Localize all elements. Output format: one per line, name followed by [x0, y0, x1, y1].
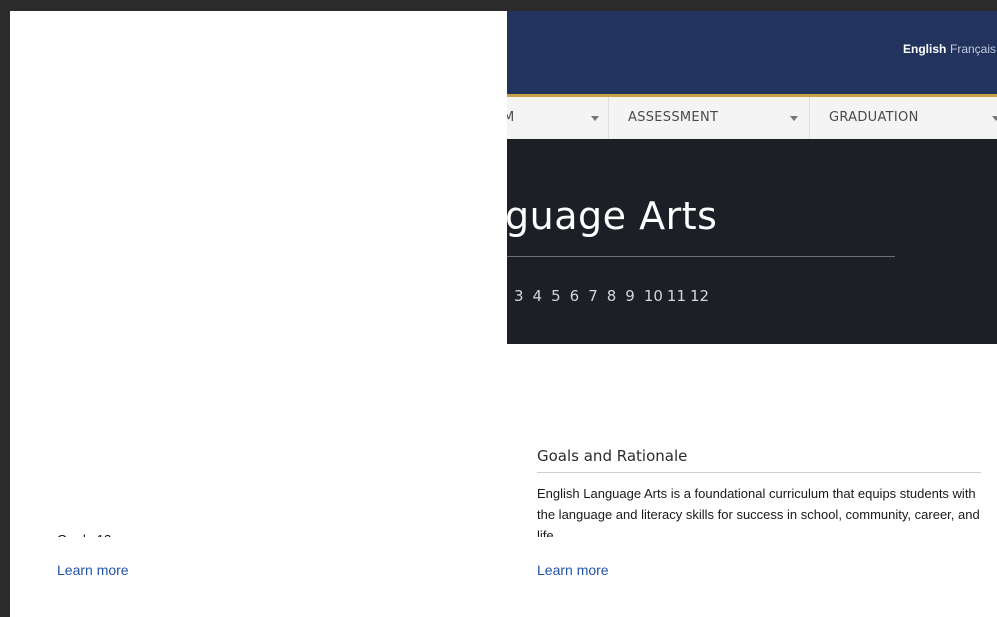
hero-divider: [507, 256, 895, 257]
main-nav: M ASSESSMENT GRADUATION: [507, 97, 997, 140]
learn-more-link-left[interactable]: Learn more: [57, 562, 129, 578]
learn-more-link-right[interactable]: Learn more: [537, 562, 609, 578]
nav-item-label: M: [507, 110, 515, 125]
window-frame-left: [0, 0, 10, 617]
language-french-link[interactable]: Français: [950, 42, 996, 56]
chevron-down-icon: [790, 116, 798, 121]
site-header: English Français: [507, 11, 997, 94]
grade-link-11[interactable]: 11: [667, 287, 686, 305]
grade-link-8[interactable]: 8: [607, 287, 617, 305]
nav-item-label: GRADUATION: [829, 110, 919, 125]
grade-link-7[interactable]: 7: [588, 287, 598, 305]
nav-item-label: ASSESSMENT: [628, 110, 719, 125]
nav-item-graduation[interactable]: GRADUATION: [810, 97, 997, 139]
chevron-down-icon: [591, 116, 599, 121]
nav-item-assessment[interactable]: ASSESSMENT: [609, 97, 810, 139]
chevron-down-icon: [992, 116, 997, 121]
goals-divider: [537, 472, 981, 473]
page-title: guage Arts: [507, 194, 718, 238]
hero-banner: guage Arts 3 4 5 6 7 8 9 10 11 12: [507, 139, 997, 344]
grade-link-9[interactable]: 9: [625, 287, 635, 305]
grade-link-5[interactable]: 5: [551, 287, 561, 305]
partial-text-line: Grade 12.: [57, 527, 117, 537]
website-panel: English Français M ASSESSMENT GRADUATION…: [507, 11, 997, 617]
grade-selector: 3 4 5 6 7 8 9 10 11 12: [514, 287, 718, 305]
goals-description: English Language Arts is a foundational …: [537, 486, 980, 537]
grade-link-6[interactable]: 6: [570, 287, 580, 305]
goals-heading: Goals and Rationale: [537, 447, 688, 465]
language-english-link[interactable]: English: [903, 42, 946, 56]
window-frame-top: [0, 0, 997, 11]
grade-link-4[interactable]: 4: [533, 287, 543, 305]
nav-item-program[interactable]: M: [507, 97, 609, 139]
grade-link-3[interactable]: 3: [514, 287, 524, 305]
grade-link-12[interactable]: 12: [690, 287, 709, 305]
left-content-pane: Grade 12. Learn more: [10, 11, 507, 617]
grade-link-10[interactable]: 10: [644, 287, 663, 305]
